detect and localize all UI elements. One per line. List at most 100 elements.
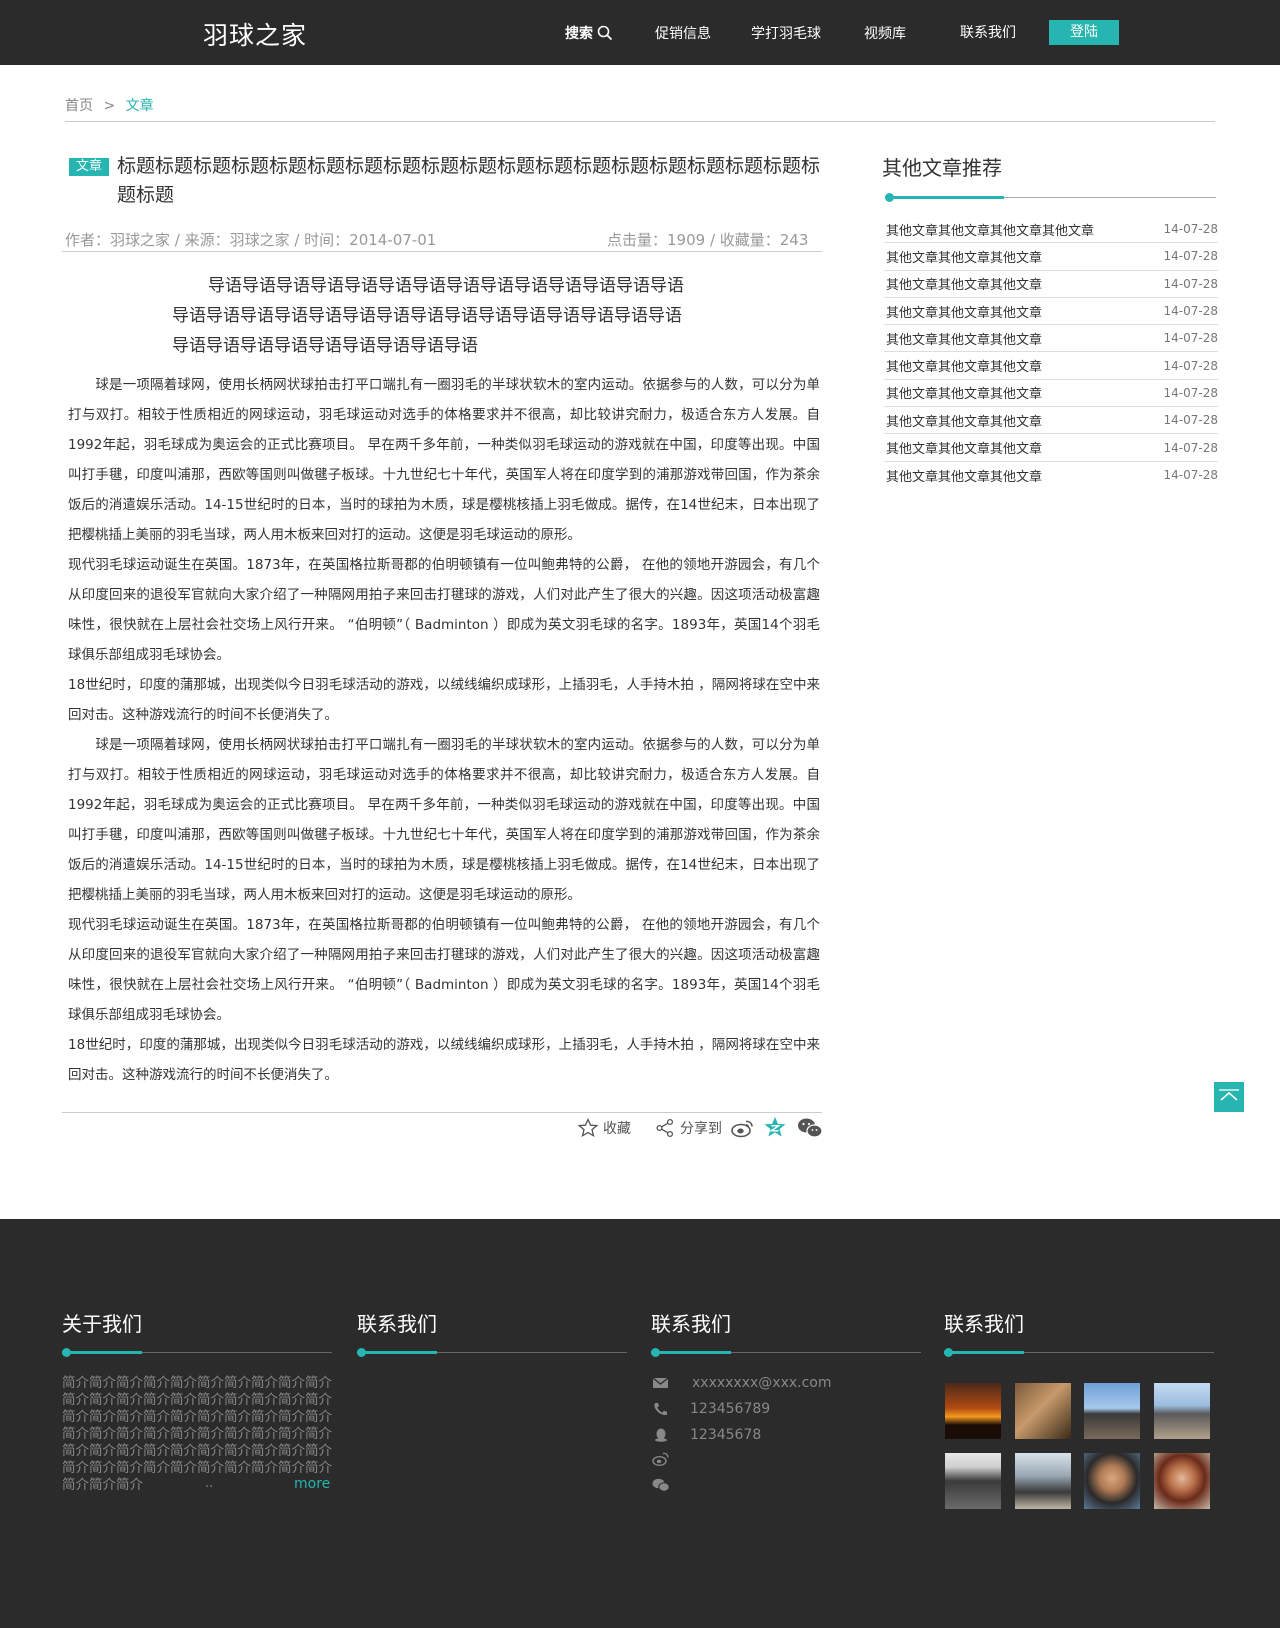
recommended-article-item[interactable]: 其他文章其他文章其他文章 14-07-28 bbox=[884, 462, 1218, 489]
recommended-article-date: 14-07-28 bbox=[1163, 304, 1218, 319]
star-icon bbox=[578, 1118, 598, 1138]
recommended-article-item[interactable]: 其他文章其他文章其他文章 14-07-28 bbox=[884, 298, 1218, 326]
footer-photo-thumbnail[interactable] bbox=[945, 1383, 1001, 1439]
weibo-icon[interactable] bbox=[731, 1118, 755, 1138]
recommended-article-date: 14-07-28 bbox=[1163, 331, 1218, 346]
footer-photo-thumbnail[interactable] bbox=[1015, 1383, 1071, 1439]
footer-contact-title: 联系我们 bbox=[944, 1312, 1024, 1336]
nav-contact-us[interactable]: 联系我们 bbox=[960, 22, 1016, 42]
favorite-button[interactable]: 收藏 bbox=[578, 1118, 631, 1138]
recommended-article-date: 14-07-28 bbox=[1163, 222, 1218, 237]
footer-weibo[interactable] bbox=[652, 1452, 690, 1466]
meta-divider bbox=[62, 251, 822, 252]
footer-photo-thumbnail[interactable] bbox=[1015, 1453, 1071, 1509]
footer-email-text: xxxxxxxx@xxx.com bbox=[692, 1375, 832, 1391]
footer-email: xxxxxxxx@xxx.com bbox=[652, 1375, 832, 1391]
lead-line: 导语导语导语导语导语导语导语导语导语导语导语导语导语导语 bbox=[208, 276, 684, 296]
recommended-article-title: 其他文章其他文章其他文章 bbox=[886, 250, 1043, 266]
recommended-article-title: 其他文章其他文章其他文章 bbox=[886, 414, 1043, 430]
article-lead: 导语导语导语导语导语导语导语导语导语导语导语导语导语导语 导语导语导语导语导语导… bbox=[172, 271, 692, 361]
recommended-article-date: 14-07-28 bbox=[1163, 358, 1218, 373]
footer-accent-bar bbox=[357, 1351, 437, 1354]
breadcrumb-separator: > bbox=[103, 98, 116, 114]
recommended-article-item[interactable]: 其他文章其他文章其他文章其他文章 14-07-28 bbox=[884, 216, 1218, 244]
share-label: 分享到 bbox=[680, 1121, 722, 1137]
nav-learn-badminton[interactable]: 学打羽毛球 bbox=[751, 23, 821, 43]
recommended-article-title: 其他文章其他文章其他文章 bbox=[886, 332, 1043, 348]
search-icon bbox=[597, 25, 613, 41]
chevron-up-icon bbox=[1219, 1089, 1239, 1101]
footer-wechat[interactable] bbox=[652, 1478, 690, 1492]
recommended-article-date: 14-07-28 bbox=[1163, 468, 1218, 483]
footer-phone-text: 123456789 bbox=[690, 1401, 771, 1417]
nav-search[interactable]: 搜索 bbox=[565, 23, 613, 43]
login-button[interactable]: 登陆 bbox=[1049, 20, 1119, 45]
footer-accent-bar bbox=[62, 1351, 142, 1354]
recommended-article-item[interactable]: 其他文章其他文章其他文章 14-07-28 bbox=[884, 434, 1218, 462]
footer-accent-dot bbox=[62, 1348, 71, 1357]
footer-intro-text: 简介简介简介简介简介简介简介简介简介简介简介简介简介简介简介简介简介简介简介简介… bbox=[62, 1375, 332, 1493]
nav-video-library[interactable]: 视频库 bbox=[864, 23, 906, 43]
footer-qq: 12345678 bbox=[652, 1427, 761, 1443]
footer-accent-dot bbox=[357, 1348, 366, 1357]
wechat-icon[interactable] bbox=[797, 1117, 823, 1139]
article-bottom-divider bbox=[62, 1112, 822, 1113]
article-tag: 文章 bbox=[69, 158, 109, 176]
lead-line: 导语导语导语导语导语导语导语导语导语 bbox=[172, 336, 478, 356]
wechat-icon bbox=[652, 1478, 670, 1492]
article-paragraph: 18世纪时，印度的蒲那城，出现类似今日羽毛球活动的游戏，以绒线编织成球形，上插羽… bbox=[68, 1037, 820, 1083]
footer-about-title: 关于我们 bbox=[62, 1312, 142, 1336]
nav-promotions[interactable]: 促销信息 bbox=[655, 23, 711, 43]
article-paragraph: 球是一项隔着球网，使用长柄网状球拍击打平口端扎有一圈羽毛的半球状软木的室内运动。… bbox=[68, 377, 820, 543]
recommended-article-date: 14-07-28 bbox=[1163, 413, 1218, 428]
footer-contact-title: 联系我们 bbox=[357, 1312, 437, 1336]
recommended-article-date: 14-07-28 bbox=[1163, 249, 1218, 264]
article-title: 标题标题标题标题标题标题标题标题标题标题标题标题标题标题标题标题标题标题标题标题 bbox=[117, 155, 821, 206]
recommended-article-item[interactable]: 其他文章其他文章其他文章 14-07-28 bbox=[884, 380, 1218, 408]
sidebar-title: 其他文章推荐 bbox=[882, 156, 1002, 180]
recommended-article-item[interactable]: 其他文章其他文章其他文章 14-07-28 bbox=[884, 325, 1218, 353]
footer-accent-dot bbox=[944, 1348, 953, 1357]
recommended-article-date: 14-07-28 bbox=[1163, 276, 1218, 291]
footer-photo-thumbnail[interactable] bbox=[1154, 1383, 1210, 1439]
article-paragraph: 球是一项隔着球网，使用长柄网状球拍击打平口端扎有一圈羽毛的半球状软木的室内运动。… bbox=[68, 737, 820, 903]
article-paragraph: 现代羽毛球运动诞生在英国。1873年，在英国格拉斯哥郡的伯明顿镇有一位叫鲍弗特的… bbox=[68, 557, 820, 663]
recommended-article-date: 14-07-28 bbox=[1163, 385, 1218, 400]
recommended-article-title: 其他文章其他文章其他文章 bbox=[886, 278, 1043, 294]
sidebar-accent-bar bbox=[886, 196, 1004, 199]
recommended-article-item[interactable]: 其他文章其他文章其他文章 14-07-28 bbox=[884, 407, 1218, 435]
weibo-icon bbox=[652, 1452, 669, 1466]
breadcrumb-current[interactable]: 文章 bbox=[126, 98, 154, 114]
article-stats: 点击量：1909 / 收藏量：243 bbox=[607, 231, 809, 249]
recommended-article-item[interactable]: 其他文章其他文章其他文章 14-07-28 bbox=[884, 271, 1218, 298]
recommended-article-title: 其他文章其他文章其他文章其他文章 bbox=[886, 223, 1095, 239]
recommended-article-title: 其他文章其他文章其他文章 bbox=[886, 360, 1043, 376]
footer-more-link[interactable]: more bbox=[294, 1476, 330, 1492]
mail-icon bbox=[652, 1377, 669, 1388]
back-to-top-button[interactable] bbox=[1214, 1082, 1244, 1112]
recommended-article-item[interactable]: 其他文章其他文章其他文章 14-07-28 bbox=[884, 352, 1218, 380]
footer-accent-dot bbox=[651, 1348, 660, 1357]
share-control: 分享到 bbox=[655, 1118, 722, 1138]
article-paragraph: 18世纪时，印度的蒲那城，出现类似今日羽毛球活动的游戏，以绒线编织成球形，上插羽… bbox=[68, 677, 820, 723]
breadcrumb: 首页 > 文章 bbox=[65, 95, 154, 115]
footer-photo-thumbnail[interactable] bbox=[945, 1453, 1001, 1509]
footer-qq-text: 12345678 bbox=[690, 1427, 762, 1443]
footer-photo-thumbnail[interactable] bbox=[1084, 1453, 1140, 1509]
qzone-star-icon[interactable] bbox=[764, 1116, 786, 1138]
qq-icon bbox=[655, 1428, 667, 1442]
lead-line: 导语导语导语导语导语导语导语导语导语导语导语导语导语导语导语 bbox=[172, 306, 682, 326]
footer-phone: 123456789 bbox=[652, 1401, 770, 1417]
footer-contact-title: 联系我们 bbox=[651, 1312, 731, 1336]
footer-photo-thumbnail[interactable] bbox=[1084, 1383, 1140, 1439]
breadcrumb-divider bbox=[65, 121, 1215, 122]
top-navbar: 羽球之家 搜索 促销信息 学打羽毛球 视频库 联系我们 登陆 bbox=[0, 0, 1280, 65]
footer-intro-ellipsis: .. bbox=[205, 1476, 214, 1491]
favorite-label: 收藏 bbox=[603, 1121, 631, 1137]
breadcrumb-home[interactable]: 首页 bbox=[65, 98, 93, 114]
site-logo[interactable]: 羽球之家 bbox=[203, 16, 307, 52]
recommended-article-title: 其他文章其他文章其他文章 bbox=[886, 305, 1043, 321]
recommended-article-date: 14-07-28 bbox=[1163, 440, 1218, 455]
footer-photo-thumbnail[interactable] bbox=[1154, 1453, 1210, 1509]
recommended-article-item[interactable]: 其他文章其他文章其他文章 14-07-28 bbox=[884, 243, 1218, 271]
